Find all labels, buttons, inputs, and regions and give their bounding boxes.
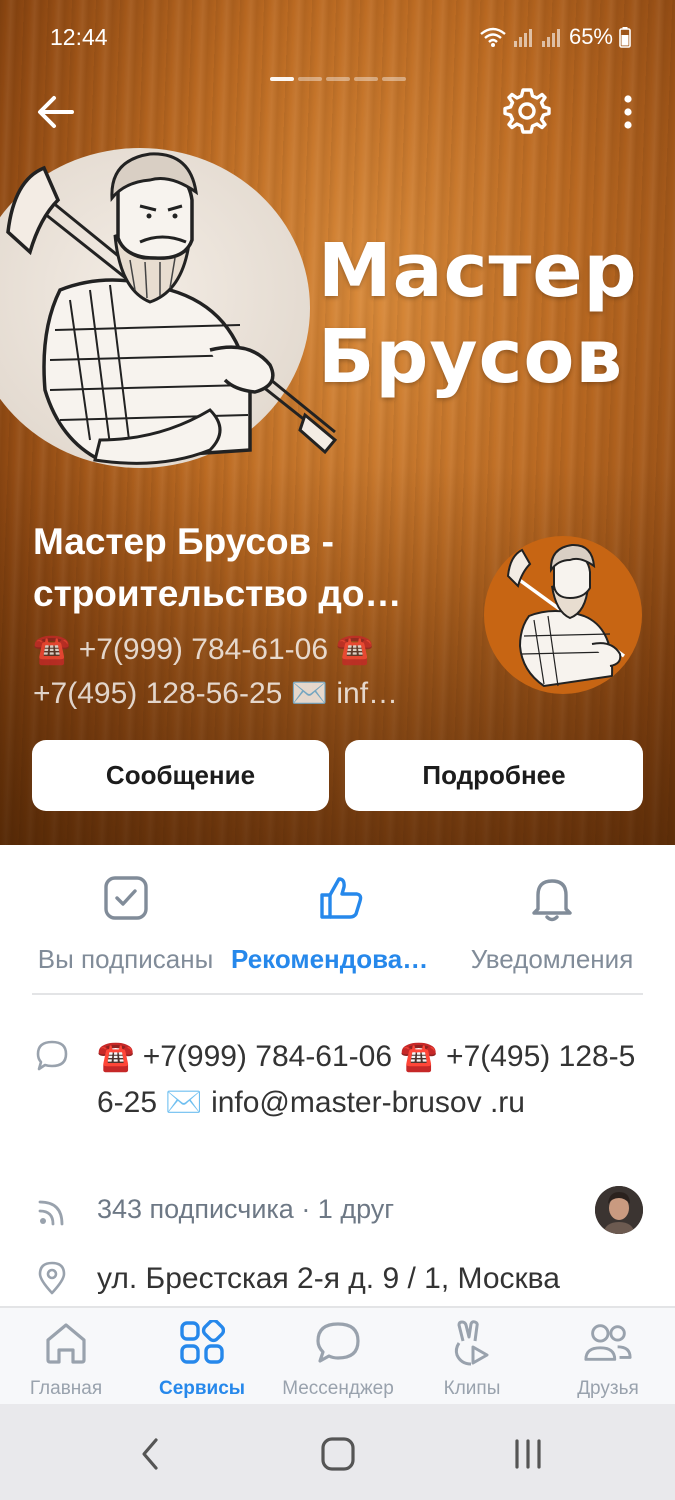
recommend-button[interactable]: Рекомендова…: [231, 845, 451, 985]
tab-home[interactable]: Главная: [16, 1308, 116, 1404]
gear-icon: [503, 88, 551, 134]
thumbs-up-icon: [313, 870, 369, 926]
bell-icon: [524, 870, 580, 926]
friends-icon: [583, 1318, 633, 1368]
quick-actions: Вы подписаны Рекомендова… Уведомления: [0, 845, 675, 995]
cover-title-line2: Брусов: [318, 314, 624, 400]
settings-button[interactable]: [500, 84, 554, 138]
comment-icon: [36, 1040, 68, 1071]
services-grid-icon: [177, 1318, 227, 1368]
tab-clips-label: Клипы: [443, 1378, 501, 1399]
signal-icon: [513, 29, 532, 47]
community-avatar[interactable]: [484, 536, 642, 694]
lumberjack-avatar-icon: [506, 543, 626, 688]
bottom-tab-bar: Главная Сервисы Мессенджер Клипы Друзья: [0, 1306, 675, 1404]
location-pin-icon: [38, 1261, 66, 1295]
pager-dot: [326, 77, 350, 81]
address-text: ул. Брестская 2-я д. 9 / 1, Москва: [97, 1262, 560, 1295]
pager-dot: [354, 77, 378, 81]
message-button[interactable]: Сообщение: [32, 740, 329, 811]
notifications-button[interactable]: Уведомления: [452, 845, 652, 985]
subscribed-button[interactable]: Вы подписаны: [18, 845, 233, 985]
section-divider: [32, 993, 643, 995]
community-cover: 12:44 65% Мастер Брусов Мастер Брусов - …: [0, 0, 675, 845]
tab-services-label: Сервисы: [158, 1378, 246, 1399]
system-navigation-bar: [0, 1404, 675, 1500]
more-options-button[interactable]: [608, 88, 648, 136]
tab-messenger-label: Мессенджер: [282, 1378, 394, 1399]
check-square-icon: [98, 870, 154, 926]
battery-percent: 65%: [568, 24, 613, 49]
pager-dot: [298, 77, 322, 81]
rounded-square-icon: [321, 1437, 355, 1471]
back-button[interactable]: [32, 88, 80, 136]
tab-services[interactable]: Сервисы: [150, 1308, 254, 1404]
clips-icon: [447, 1318, 497, 1368]
battery-icon: [619, 27, 631, 48]
tab-friends[interactable]: Друзья: [556, 1308, 660, 1404]
system-back-button[interactable]: [128, 1432, 172, 1476]
community-name[interactable]: Мастер Брусов - строительство до…: [33, 516, 463, 620]
status-bar: 12:44 65%: [0, 0, 675, 78]
community-status-line1: ☎️ +7(999) 784-61-06 ☎️: [33, 633, 374, 666]
tab-home-label: Главная: [29, 1378, 103, 1399]
signal-icon-2: [541, 29, 560, 47]
status-time: 12:44: [50, 24, 108, 50]
notifications-label: Уведомления: [470, 944, 634, 974]
friend-avatar[interactable]: [595, 1186, 643, 1234]
info-status-text: ☎️ +7(999) 784-61-06 ☎️ +7(495) 128-56-2…: [97, 1040, 636, 1119]
system-home-button[interactable]: [316, 1432, 360, 1476]
community-status-line2: +7(495) 128-56-25 ✉️ inf…: [33, 677, 399, 710]
details-button[interactable]: Подробнее: [345, 740, 643, 811]
tab-messenger[interactable]: Мессенджер: [268, 1308, 408, 1404]
chevron-left-icon: [142, 1438, 158, 1470]
pager-dot: [382, 77, 406, 81]
community-name-line2: строительство до…: [33, 573, 402, 614]
status-indicators: 65%: [479, 24, 631, 50]
system-recents-button[interactable]: [506, 1432, 550, 1476]
community-status[interactable]: ☎️ +7(999) 784-61-06 ☎️ +7(495) 128-56-2…: [33, 628, 453, 716]
cover-title-line1: Мастер: [318, 228, 638, 314]
tab-clips[interactable]: Клипы: [425, 1308, 519, 1404]
community-name-line1: Мастер Брусов -: [33, 521, 334, 562]
subscribed-label: Вы подписаны: [37, 944, 214, 974]
cover-pager: [270, 77, 406, 81]
pager-dot: [270, 77, 294, 81]
cover-title: Мастер Брусов: [318, 228, 638, 400]
lumberjack-illustration: [6, 152, 338, 465]
rss-icon: [38, 1200, 64, 1226]
recents-icon: [515, 1439, 541, 1469]
recommend-label: Рекомендова…: [231, 944, 429, 974]
chat-bubble-icon: [313, 1318, 363, 1368]
more-vertical-icon: [624, 95, 632, 129]
home-icon: [41, 1318, 91, 1368]
subscribers-text: 343 подписчика · 1 друг: [97, 1194, 395, 1224]
arrow-left-icon: [38, 96, 74, 128]
tab-friends-label: Друзья: [577, 1378, 639, 1399]
wifi-icon: [480, 27, 506, 47]
